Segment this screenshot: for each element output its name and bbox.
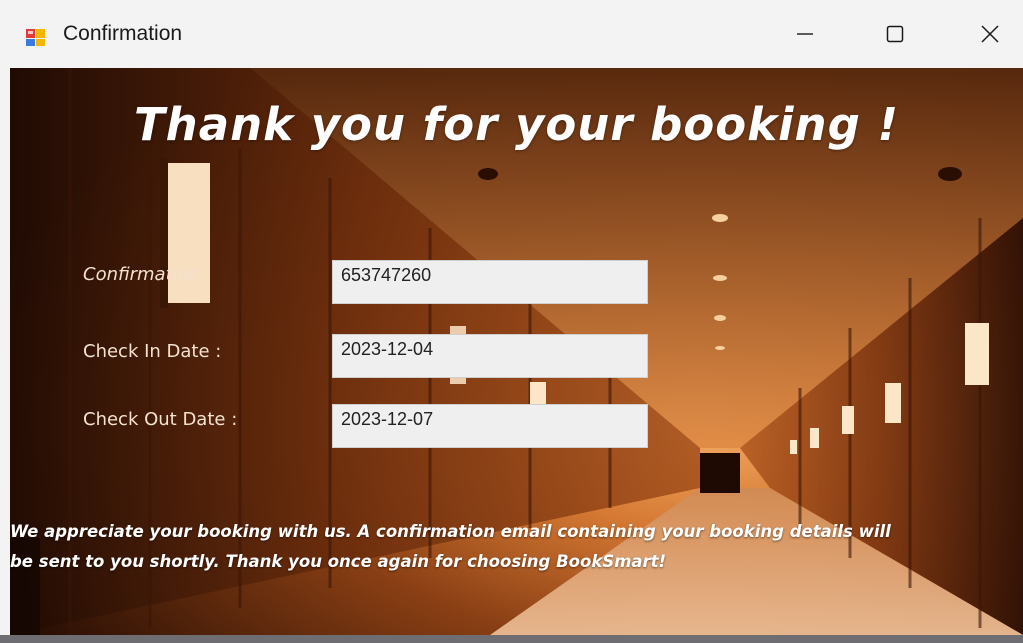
check-out-date-field[interactable]: 2023-12-07 — [332, 404, 648, 448]
app-icon — [25, 26, 47, 48]
close-button[interactable] — [965, 14, 1015, 58]
message-line-1: We appreciate your booking with us. A co… — [10, 522, 891, 541]
confirmation-label: Confirmation — [83, 264, 201, 285]
title-bar[interactable]: Confirmation — [0, 0, 1023, 68]
maximize-icon — [885, 24, 905, 48]
minimize-icon — [795, 24, 815, 48]
check-in-date-field[interactable]: 2023-12-04 — [332, 334, 648, 378]
confirmation-message: We appreciate your booking with us. A co… — [10, 517, 1023, 577]
confirmation-number-field[interactable]: 653747260 — [332, 260, 648, 304]
form-client-area: Thank you for your booking ! Confirmatio… — [10, 68, 1023, 635]
check-in-date-label: Check In Date : — [83, 341, 222, 362]
message-line-2: be sent to you shortly. Thank you once a… — [10, 552, 667, 571]
close-icon — [980, 24, 1000, 48]
check-out-date-label: Check Out Date : — [83, 409, 238, 430]
window-title: Confirmation — [63, 22, 183, 45]
confirmation-window: Confirmation Thank you for your booking … — [0, 0, 1023, 643]
thank-you-heading: Thank you for your booking ! — [133, 98, 899, 151]
maximize-button[interactable] — [870, 14, 920, 58]
bottom-border — [0, 635, 1023, 643]
minimize-button[interactable] — [780, 14, 830, 58]
